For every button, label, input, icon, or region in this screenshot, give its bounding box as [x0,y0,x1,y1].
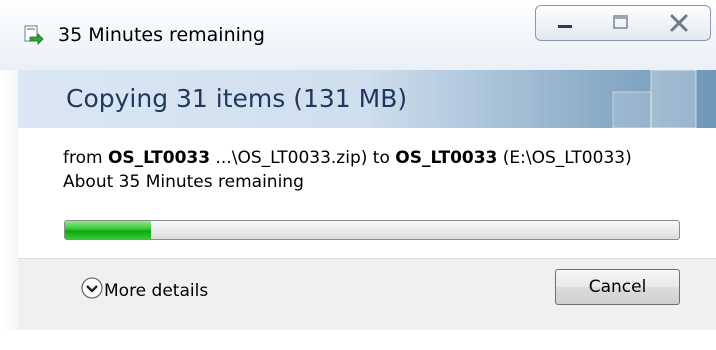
dialog-footer: More details Cancel [18,258,716,331]
window-title: 35 Minutes remaining [58,24,265,46]
progress-content: from OS_LT0033 ...\OS_LT0033.zip) to OS_… [18,128,716,258]
window-controls [535,5,715,41]
more-details-link[interactable]: More details [104,281,208,301]
chevron-down-circle-icon[interactable] [81,277,103,299]
copy-source-destination: from OS_LT0033 ...\OS_LT0033.zip) to OS_… [63,148,632,168]
close-icon [670,14,688,32]
title-bar: 35 Minutes remaining [0,0,716,70]
copy-summary-heading: Copying 31 items (131 MB) [66,84,408,113]
destination-name-link[interactable]: OS_LT0033 [395,148,497,168]
source-path: ...\OS_LT0033.zip) [215,148,368,168]
minimize-button[interactable] [535,5,594,41]
header-banner: Copying 31 items (131 MB) [18,70,716,129]
copy-progress-bar [64,220,680,240]
source-name-link[interactable]: OS_LT0033 [108,148,210,168]
copy-transfer-icon [24,25,44,45]
to-label: to [372,148,390,168]
maximize-button[interactable] [592,5,649,41]
close-button[interactable] [648,5,711,41]
cancel-button[interactable]: Cancel [555,269,680,305]
banner-decoration-icon [612,70,697,128]
progress-fill [65,221,151,239]
from-label: from [63,148,103,168]
maximize-icon [613,15,628,29]
window-bottom-edge [0,330,716,350]
time-remaining-text: About 35 Minutes remaining [63,172,304,192]
destination-path: (E:\OS_LT0033) [502,148,632,168]
window-left-border [0,70,18,330]
minimize-icon [558,25,572,28]
